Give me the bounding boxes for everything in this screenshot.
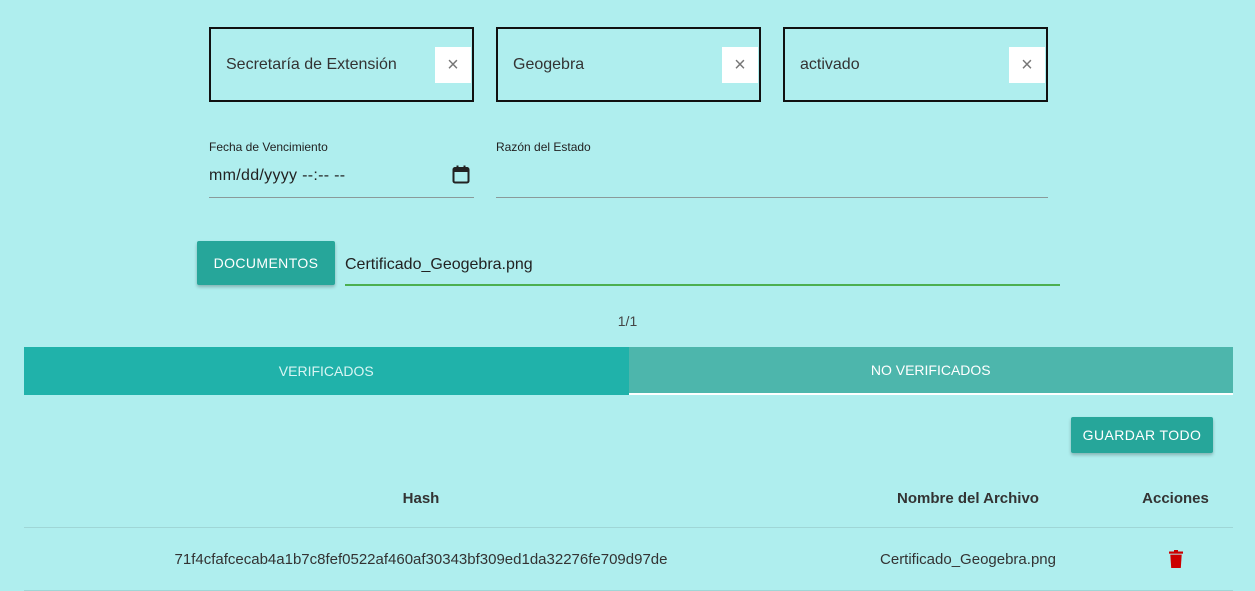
tab-verified[interactable]: VERIFICADOS [24,347,629,395]
calendar-icon[interactable] [452,165,470,184]
reason-label: Razón del Estado [496,140,591,154]
expiry-date-label: Fecha de Vencimiento [209,140,328,154]
files-table: Hash Nombre del Archivo Acciones 71f4cfa… [24,470,1233,591]
table-row: 71f4cfafcecab4a1b7c8fef0522af460af30343b… [24,527,1233,591]
file-path-input[interactable]: Certificado_Geogebra.png [345,240,1060,286]
documents-button[interactable]: DOCUMENTOS [197,241,335,285]
institution-select[interactable]: Secretaría de Extensión × [209,27,474,102]
expiry-date-value: mm/dd/yyyy --:-- -- [209,167,346,184]
hash-cell: 71f4cfafcecab4a1b7c8fef0522af460af30343b… [24,527,818,591]
column-header-actions: Acciones [1118,470,1233,528]
course-clear-icon[interactable]: × [722,47,758,83]
actions-cell [1118,527,1233,591]
file-path-value: Certificado_Geogebra.png [345,256,533,273]
course-select-value: Geogebra [513,56,585,73]
column-header-file-name: Nombre del Archivo [818,470,1118,528]
table-header-row: Hash Nombre del Archivo Acciones [24,470,1233,528]
trash-icon[interactable] [1168,550,1183,569]
course-select[interactable]: Geogebra × [496,27,761,102]
tab-not-verified[interactable]: NO VERIFICADOS [628,347,1233,395]
reason-input[interactable] [496,160,1048,198]
file-name-cell: Certificado_Geogebra.png [818,527,1118,591]
status-clear-icon[interactable]: × [1009,47,1045,83]
column-header-hash: Hash [24,470,818,528]
institution-select-value: Secretaría de Extensión [226,56,397,73]
save-all-button[interactable]: GUARDAR TODO [1071,417,1213,453]
tabs-bar: VERIFICADOS NO VERIFICADOS [24,347,1233,395]
status-select-value: activado [800,56,860,73]
institution-clear-icon[interactable]: × [435,47,471,83]
page-indicator: 1/1 [617,313,638,329]
status-select[interactable]: activado × [783,27,1048,102]
